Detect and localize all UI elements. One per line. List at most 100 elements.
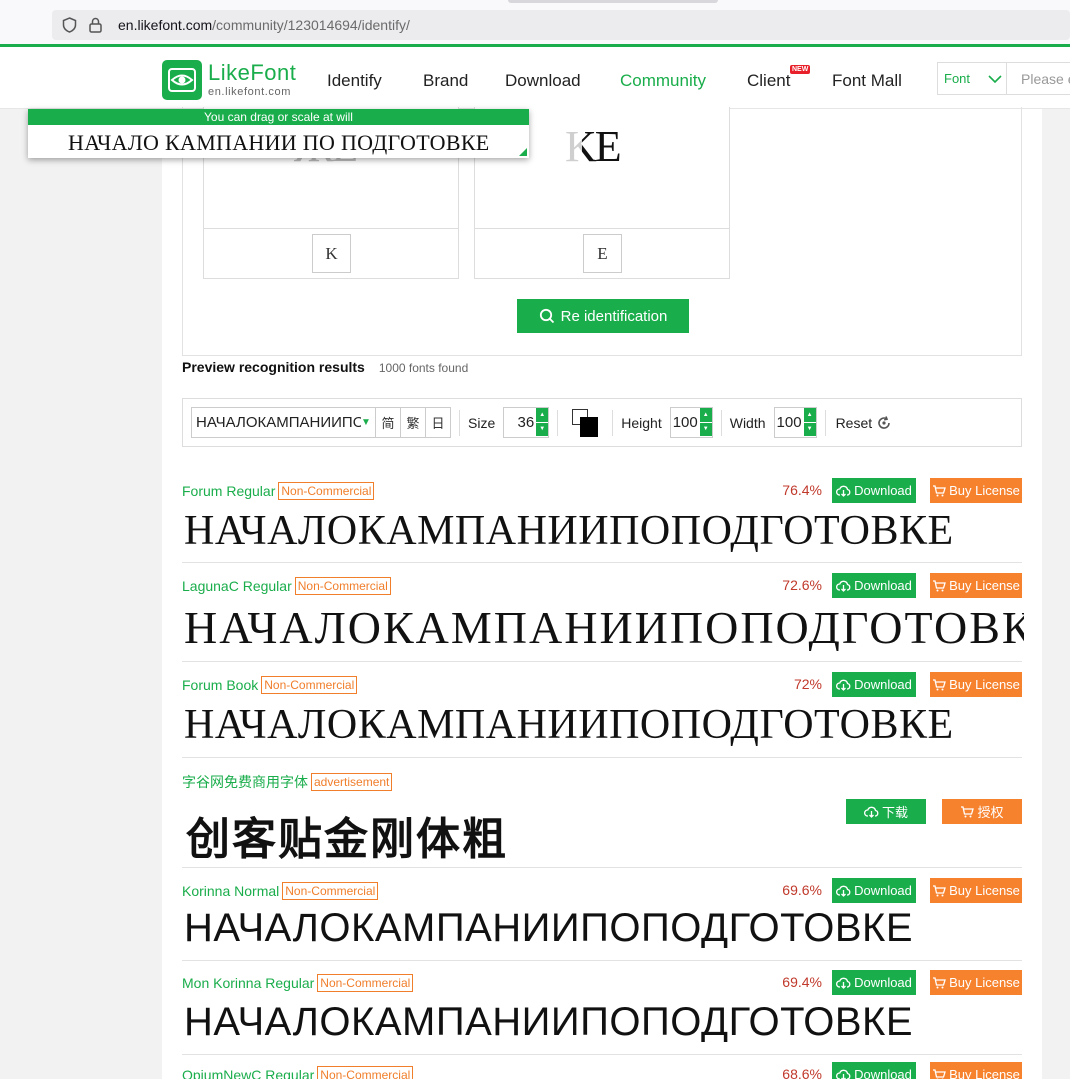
license-tag: Non-Commercial: [294, 577, 391, 595]
scrollbar-track[interactable]: [1060, 109, 1070, 1079]
site-logo[interactable]: LikeFont en.likefont.com: [162, 60, 296, 100]
re-identification-button[interactable]: Re identification: [517, 299, 689, 333]
advertisement-row: 字谷网免费商用字体 advertisement 下载 授权 创客贴金刚体粗: [182, 772, 1022, 868]
cart-icon: [933, 884, 946, 896]
cart-icon: [933, 1068, 946, 1079]
license-tag: Non-Commercial: [261, 676, 358, 694]
font-name-link[interactable]: OpiumNewC Regular: [182, 1067, 314, 1079]
nav-community[interactable]: Community: [620, 71, 706, 91]
increment-icon[interactable]: ▲: [699, 408, 712, 423]
font-result-row: Forum Book Non-Commercial 72% Download Bu…: [182, 672, 1022, 758]
buy-license-button[interactable]: Buy License: [930, 1062, 1022, 1079]
increment-icon[interactable]: ▲: [803, 408, 816, 423]
color-picker[interactable]: [572, 408, 599, 437]
download-button[interactable]: Download: [832, 970, 916, 995]
license-tag: Non-Commercial: [317, 974, 414, 992]
decrement-icon[interactable]: ▼: [699, 422, 712, 437]
refresh-icon: [878, 415, 890, 429]
size-stepper[interactable]: 36 ▲ ▼: [503, 407, 550, 438]
license-tag: Non-Commercial: [282, 882, 379, 900]
width-label: Width: [729, 414, 766, 431]
download-button[interactable]: Download: [832, 878, 916, 903]
match-percent: 68.6%: [782, 1066, 822, 1079]
height-label: Height: [621, 414, 662, 431]
shield-icon[interactable]: [60, 16, 78, 34]
nav-client[interactable]: Client NEW: [747, 65, 811, 91]
drag-hint-bar[interactable]: You can drag or scale at will: [28, 109, 529, 125]
preview-text-input[interactable]: НАЧАЛОКАМПАНИИПОПОД ▼ 简 繁 日: [191, 407, 451, 438]
buy-license-button[interactable]: Buy License: [930, 573, 1022, 598]
nav-identify[interactable]: Identify: [327, 71, 382, 91]
font-sample-text: НАЧАЛОКАМПАНИИПОПОДГОТОВКЕ: [184, 605, 1024, 651]
match-percent: 69.6%: [782, 882, 822, 898]
width-stepper[interactable]: 100 ▲ ▼: [773, 407, 817, 438]
ad-download-button[interactable]: 下载: [846, 799, 926, 824]
reset-button[interactable]: Reset: [836, 415, 893, 431]
font-result-row: LagunaC Regular Non-Commercial 72.6% Down…: [182, 573, 1024, 662]
match-percent: 72.6%: [782, 577, 822, 593]
site-header: LikeFont en.likefont.com Identify Brand …: [0, 47, 1070, 109]
cart-icon: [933, 976, 946, 988]
download-button[interactable]: Download: [832, 573, 916, 598]
nav-brand[interactable]: Brand: [423, 71, 468, 91]
buy-license-button[interactable]: Buy License: [930, 878, 1022, 903]
decrement-icon[interactable]: ▼: [803, 422, 816, 437]
font-sample-text: НАЧАЛОКАМПАНИИПОПОДГОТОВКЕ: [184, 908, 914, 948]
font-name-link[interactable]: Forum Book: [182, 677, 258, 693]
match-percent: 72%: [793, 676, 822, 692]
increment-icon[interactable]: ▲: [536, 408, 549, 423]
glyph-letter-box[interactable]: K: [312, 234, 351, 273]
font-sample-text: НАЧАЛОКАМПАНИИПОПОДГОТОВКЕ: [184, 1002, 914, 1042]
height-stepper[interactable]: 100 ▲ ▼: [669, 407, 713, 438]
font-name-link[interactable]: LagunaC Regular: [182, 578, 292, 594]
browser-tab-indicator: [508, 0, 718, 3]
buy-license-button[interactable]: Buy License: [930, 970, 1022, 995]
lock-icon[interactable]: [86, 16, 104, 34]
logo-name: LikeFont: [208, 60, 297, 85]
license-tag: Non-Commercial: [317, 1066, 414, 1079]
chevron-down-icon: [988, 74, 1002, 83]
dropdown-arrow-icon[interactable]: ▼: [361, 417, 375, 428]
cloud-download-icon: [836, 580, 851, 592]
floating-preview-text: НАЧАЛО КАМПАНИИ ПО ПОДГОТОВКЕ: [68, 130, 490, 155]
font-name-link[interactable]: Mon Korinna Regular: [182, 975, 314, 991]
buy-license-button[interactable]: Buy License: [930, 478, 1022, 503]
simplified-chinese-button[interactable]: 简: [375, 408, 400, 437]
ad-sample-text: 创客贴金刚体粗: [186, 814, 508, 865]
cart-icon: [933, 678, 946, 690]
cloud-download-icon: [836, 1069, 851, 1079]
nav-font-mall[interactable]: Font Mall: [832, 71, 902, 91]
cloud-download-icon: [836, 885, 851, 897]
japanese-button[interactable]: 日: [425, 408, 450, 437]
floating-preview-window[interactable]: You can drag or scale at will НАЧАЛО КАМ…: [28, 109, 529, 158]
download-button[interactable]: Download: [832, 672, 916, 697]
traditional-chinese-button[interactable]: 繁: [400, 408, 425, 437]
font-result-row: Forum Regular Non-Commercial 76.4% Downlo…: [182, 478, 1022, 563]
url-text[interactable]: en.likefont.com/community/123014694/iden…: [118, 17, 410, 33]
decrement-icon[interactable]: ▼: [536, 422, 549, 437]
font-name-link[interactable]: Korinna Normal: [182, 883, 279, 899]
eye-logo-icon: [162, 60, 202, 100]
cloud-download-icon: [836, 485, 851, 497]
cart-icon: [933, 484, 946, 496]
ad-font-name-link[interactable]: 字谷网免费商用字体: [182, 772, 308, 792]
search-input[interactable]: Please e: [1007, 71, 1070, 87]
size-label: Size: [468, 414, 496, 431]
browser-toolbar: en.likefont.com/community/123014694/iden…: [0, 0, 1070, 46]
download-button[interactable]: Download: [832, 478, 916, 503]
buy-license-button[interactable]: Buy License: [930, 672, 1022, 697]
resize-grip-icon[interactable]: [519, 148, 527, 156]
match-percent: 76.4%: [782, 482, 822, 498]
glyph-letter-box[interactable]: E: [583, 234, 622, 273]
download-button[interactable]: Download: [832, 1062, 916, 1079]
ad-license-button[interactable]: 授权: [942, 799, 1022, 824]
nav-download[interactable]: Download: [505, 71, 581, 91]
search-type-select[interactable]: Font: [938, 63, 1007, 94]
main-panel: ЖЕ K KE E Re identification Preview reco…: [162, 107, 1042, 1079]
license-tag: Non-Commercial: [278, 482, 375, 500]
new-badge: NEW: [790, 65, 811, 74]
preview-results-title: Preview recognition results: [182, 359, 365, 375]
cart-icon: [933, 579, 946, 591]
font-name-link[interactable]: Forum Regular: [182, 483, 275, 499]
address-bar[interactable]: en.likefont.com/community/123014694/iden…: [52, 10, 1070, 40]
